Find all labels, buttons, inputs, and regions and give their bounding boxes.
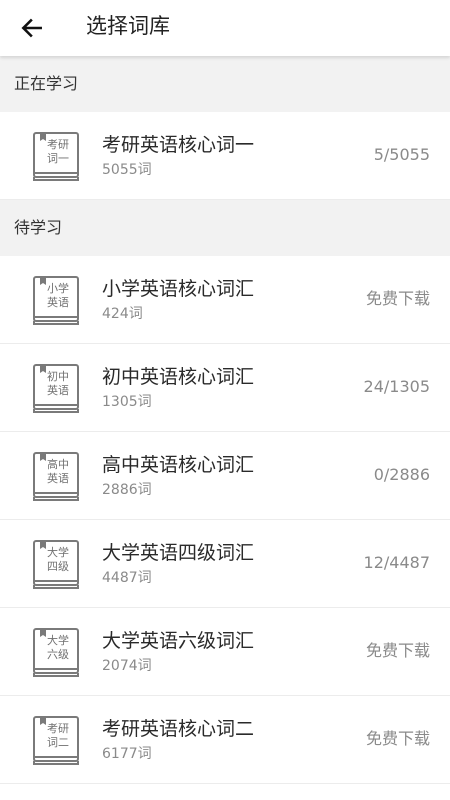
book-title: 考研英语核心词一 <box>102 134 255 156</box>
book-word-count: 6177词 <box>102 746 152 762</box>
book-title: 大学英语四级词汇 <box>102 542 255 564</box>
book-row-junior[interactable]: 初中 英语 初中英语核心词汇 1305词 24/1305 <box>0 344 450 432</box>
book-title: 初中英语核心词汇 <box>102 366 255 388</box>
book-cover-icon: 考研 词二 <box>32 716 82 766</box>
book-cover-text: 大学 六级 <box>47 634 69 661</box>
book-title: 考研英语核心词二 <box>102 718 255 740</box>
book-cover-icon: 高中 英语 <box>32 452 82 502</box>
section-header-pending: 待学习 <box>0 200 450 256</box>
book-progress: 5/5055 <box>373 145 430 164</box>
book-title: 大学英语六级词汇 <box>102 630 255 652</box>
book-cover-icon: 小学 英语 <box>32 276 82 326</box>
book-row-primary[interactable]: 小学 英语 小学英语核心词汇 424词 免费下载 <box>0 256 450 344</box>
book-cover-icon: 大学 四级 <box>32 540 82 590</box>
free-download-button[interactable]: 免费下载 <box>366 640 430 662</box>
book-word-count: 424词 <box>102 306 143 322</box>
book-cover-text: 考研 词一 <box>47 138 69 165</box>
section-header-learning: 正在学习 <box>0 56 450 112</box>
top-app-bar: 选择词库 <box>0 0 450 56</box>
book-progress: 24/1305 <box>363 377 430 396</box>
book-cover-text: 大学 四级 <box>47 546 69 573</box>
book-title: 高中英语核心词汇 <box>102 454 255 476</box>
book-title: 小学英语核心词汇 <box>102 278 255 300</box>
arrow-left-icon <box>21 18 42 38</box>
book-row-senior[interactable]: 高中 英语 高中英语核心词汇 2886词 0/2886 <box>0 432 450 520</box>
book-progress: 12/4487 <box>363 553 430 572</box>
book-word-count: 2074词 <box>102 658 152 674</box>
book-cover-icon: 考研 词一 <box>32 132 82 182</box>
book-word-count: 1305词 <box>102 394 152 410</box>
book-row-cet4[interactable]: 大学 四级 大学英语四级词汇 4487词 12/4487 <box>0 520 450 608</box>
book-row-kaoyan-2[interactable]: 考研 词二 考研英语核心词二 6177词 免费下载 <box>0 696 450 784</box>
book-cover-text: 小学 英语 <box>47 282 69 309</box>
free-download-button[interactable]: 免费下载 <box>366 728 430 750</box>
book-word-count: 2886词 <box>102 482 152 498</box>
book-cover-icon: 初中 英语 <box>32 364 82 414</box>
book-cover-icon: 大学 六级 <box>32 628 82 678</box>
book-cover-text: 考研 词二 <box>47 722 69 749</box>
book-cover-text: 高中 英语 <box>47 458 69 485</box>
book-progress: 0/2886 <box>373 465 430 484</box>
book-row-kaoyan-1[interactable]: 考研 词一 考研英语核心词一 5055词 5/5055 <box>0 112 450 200</box>
book-word-count: 4487词 <box>102 570 152 586</box>
free-download-button[interactable]: 免费下载 <box>366 288 430 310</box>
book-word-count: 5055词 <box>102 162 152 178</box>
book-cover-text: 初中 英语 <box>47 370 69 397</box>
word-bank-screen: 选择词库 正在学习 考研 词一 考研英语核心词一 5055词 5/5055 待学… <box>0 0 450 800</box>
page-title: 选择词库 <box>86 14 170 38</box>
book-row-cet6[interactable]: 大学 六级 大学英语六级词汇 2074词 免费下载 <box>0 608 450 696</box>
back-button[interactable] <box>12 8 52 48</box>
